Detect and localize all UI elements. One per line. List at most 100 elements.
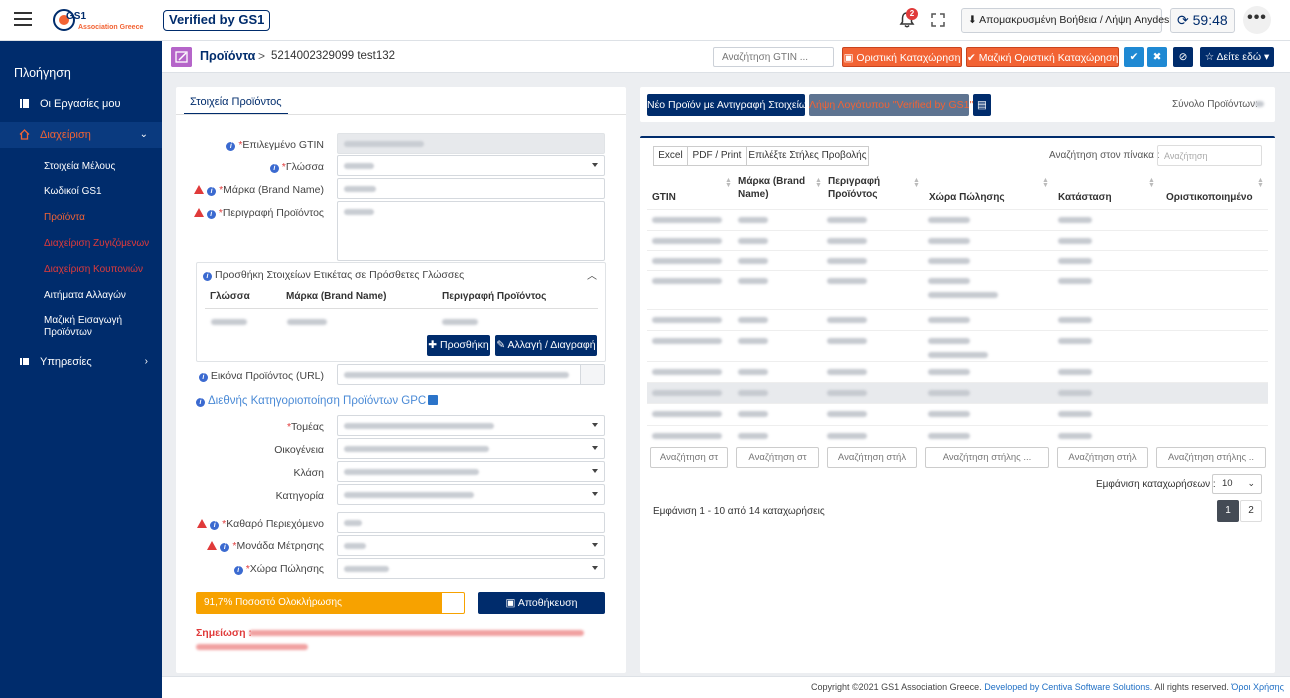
tab-product-details[interactable]: Στοιχεία Προϊόντος <box>184 91 288 115</box>
session-timer-button[interactable]: ⟳ 59:48 <box>1170 8 1235 33</box>
net-content-input[interactable] <box>337 512 605 533</box>
hamburger-menu-icon[interactable] <box>14 12 32 26</box>
sidebar-subitem-coupons[interactable]: Διαχείριση Κουπονιών <box>44 264 154 276</box>
fullscreen-icon[interactable] <box>930 12 946 28</box>
sidebar-subitem-weighted[interactable]: Διαχείριση Ζυγιζόμενων <box>44 238 154 250</box>
sidebar-item-my-tasks[interactable]: Οι Εργασίες μου <box>0 91 162 117</box>
table-row[interactable] <box>647 209 1268 230</box>
table-cell <box>928 292 998 298</box>
page-1-button[interactable]: 1 <box>1217 500 1239 522</box>
gtin-search-input[interactable] <box>713 47 834 67</box>
col-header-gtin[interactable]: GTIN <box>652 191 676 204</box>
table-row[interactable] <box>647 425 1268 444</box>
total-products-label: Σύνολο Προϊόντων: <box>1172 99 1258 110</box>
check-icon: ✔ <box>967 52 976 64</box>
col-header-finalized[interactable]: Οριστικοποιημένο <box>1166 191 1253 204</box>
table-cell <box>928 411 970 417</box>
info-icon: i <box>269 164 279 173</box>
info-icon: i <box>198 373 208 382</box>
table-row[interactable] <box>647 403 1268 425</box>
sidebar-subitem-mass-import[interactable]: Μαζική Εισαγωγή Προϊόντων <box>44 315 154 339</box>
more-options-icon[interactable]: ••• <box>1243 6 1271 34</box>
category-select[interactable] <box>337 484 605 505</box>
table-cell <box>652 278 722 284</box>
mass-final-submit-button[interactable]: ✔ Μαζική Οριστική Καταχώρηση <box>966 47 1119 67</box>
page-header: Προϊόντα > 5214002329099 test132 ▣ Οριστ… <box>162 41 1290 73</box>
table-row[interactable] <box>647 230 1268 250</box>
note-text <box>196 644 308 650</box>
class-select[interactable] <box>337 461 605 482</box>
add-language-button[interactable]: ✚ Προσθήκη <box>427 335 490 356</box>
choose-columns-button[interactable]: Επιλέξτε Στήλες Προβολής <box>746 146 869 166</box>
unit-select[interactable] <box>337 535 605 556</box>
table-cell <box>928 369 970 375</box>
description-textarea[interactable] <box>337 201 605 261</box>
info-icon: i <box>207 187 217 196</box>
sidebar-subitem-products[interactable]: Προϊόντα <box>44 212 154 224</box>
developer-link[interactable]: Developed by Centiva Software Solutions. <box>984 682 1152 692</box>
edit-delete-button[interactable]: ✎ Αλλαγή / Διαγραφή <box>495 335 597 356</box>
table-row[interactable] <box>647 382 1268 403</box>
info-icon: i <box>210 521 220 530</box>
table-info: Εμφάνιση 1 - 10 από 14 καταχωρήσεις <box>653 506 825 517</box>
table-search-input[interactable]: Αναζήτηση <box>1157 145 1262 166</box>
export-excel-button[interactable]: Excel <box>653 146 688 166</box>
table-row[interactable] <box>647 361 1268 382</box>
info-icon: i <box>233 566 243 575</box>
col-header-description[interactable]: Περιγραφή Προϊόντος <box>828 175 894 201</box>
see-here-dropdown[interactable]: ☆ Δείτε εδώ ▾ <box>1200 47 1274 67</box>
terms-link[interactable]: Όροι Χρήσης <box>1231 682 1284 692</box>
info-icon: i <box>220 543 230 552</box>
gs1-logo[interactable]: GS1 Association Greece <box>53 7 158 35</box>
col-header-brand[interactable]: Μάρκα (Brand Name) <box>738 175 810 201</box>
column-search-brand[interactable]: Αναζήτηση στ <box>736 447 819 468</box>
country-select[interactable] <box>337 558 605 579</box>
ban-icon: ⊘ <box>1178 51 1188 63</box>
approve-button[interactable]: ✔ <box>1124 47 1144 67</box>
download-logo-button[interactable]: Λήψη Λογότυπου "Verified by GS1" <box>809 94 973 116</box>
table-row[interactable] <box>647 250 1268 270</box>
final-submit-button[interactable]: ▣ Οριστική Καταχώρηση <box>842 47 962 67</box>
sidebar-subitem-change-requests[interactable]: Αιτήματα Αλλαγών <box>44 290 154 302</box>
table-row[interactable] <box>647 309 1268 330</box>
brand-input[interactable] <box>337 178 605 199</box>
col-header-status[interactable]: Κατάσταση <box>1058 191 1112 204</box>
gpc-section-title[interactable]: i Διεθνής Κατηγοριοποίηση Προϊόντων GPC <box>196 395 439 407</box>
col-header-country[interactable]: Χώρα Πώλησης <box>929 191 1005 204</box>
reject-button[interactable]: ✖ <box>1147 47 1167 67</box>
sidebar-subitem-gs1-codes[interactable]: Κωδικοί GS1 <box>44 186 154 198</box>
col-brand: Μάρκα (Brand Name) <box>286 291 387 302</box>
remote-support-button[interactable]: ⬇ Απομακρυσμένη Βοήθεια / Λήψη Anydesk <box>961 8 1175 33</box>
save-button[interactable]: ▣ Αποθήκευση <box>478 592 605 614</box>
cancel-button[interactable]: ⊘ <box>1173 47 1193 67</box>
sector-select[interactable] <box>337 415 605 436</box>
column-search-status[interactable]: Αναζήτηση στήλ <box>1057 447 1148 468</box>
sidebar-item-management[interactable]: Διαχείριση ⌄ <box>0 122 162 148</box>
language-select[interactable] <box>337 155 605 176</box>
additional-languages-title[interactable]: i Προσθήκη Στοιχείων Ετικέτας σε Πρόσθετε… <box>203 269 464 281</box>
column-search-country[interactable]: Αναζήτηση στήλης ... <box>925 447 1049 468</box>
sidebar-subitem-member-info[interactable]: Στοιχεία Μέλους <box>44 161 154 173</box>
table-cell <box>652 238 722 244</box>
table-row[interactable] <box>647 270 1268 309</box>
column-search-gtin[interactable]: Αναζήτηση στ <box>650 447 728 468</box>
export-pdf-button[interactable]: PDF / Print <box>687 146 747 166</box>
document-icon[interactable]: ▤ <box>973 94 991 116</box>
page-2-button[interactable]: 2 <box>1240 500 1262 522</box>
table-row[interactable] <box>647 330 1268 361</box>
entries-select[interactable]: 10 ⌄ <box>1212 474 1262 494</box>
table-cell <box>827 317 867 323</box>
image-icon[interactable] <box>580 365 604 384</box>
table-cell <box>928 352 988 358</box>
chevron-up-icon[interactable]: ︿ <box>587 267 597 282</box>
copy-product-button[interactable]: Νέο Προϊόν με Αντιγραφή Στοιχείων <box>647 94 812 116</box>
family-select[interactable] <box>337 438 605 459</box>
notification-count-badge: 2 <box>906 8 918 20</box>
table-cell <box>738 278 768 284</box>
sidebar-item-services[interactable]: Υπηρεσίες › <box>0 349 162 375</box>
home-icon <box>19 129 30 140</box>
column-search-finalized[interactable]: Αναζήτηση στήλης .. <box>1156 447 1266 468</box>
column-search-description[interactable]: Αναζήτηση στήλ <box>827 447 917 468</box>
image-url-input[interactable] <box>337 364 605 385</box>
breadcrumb[interactable]: 5214002329099 test132 <box>271 50 395 62</box>
